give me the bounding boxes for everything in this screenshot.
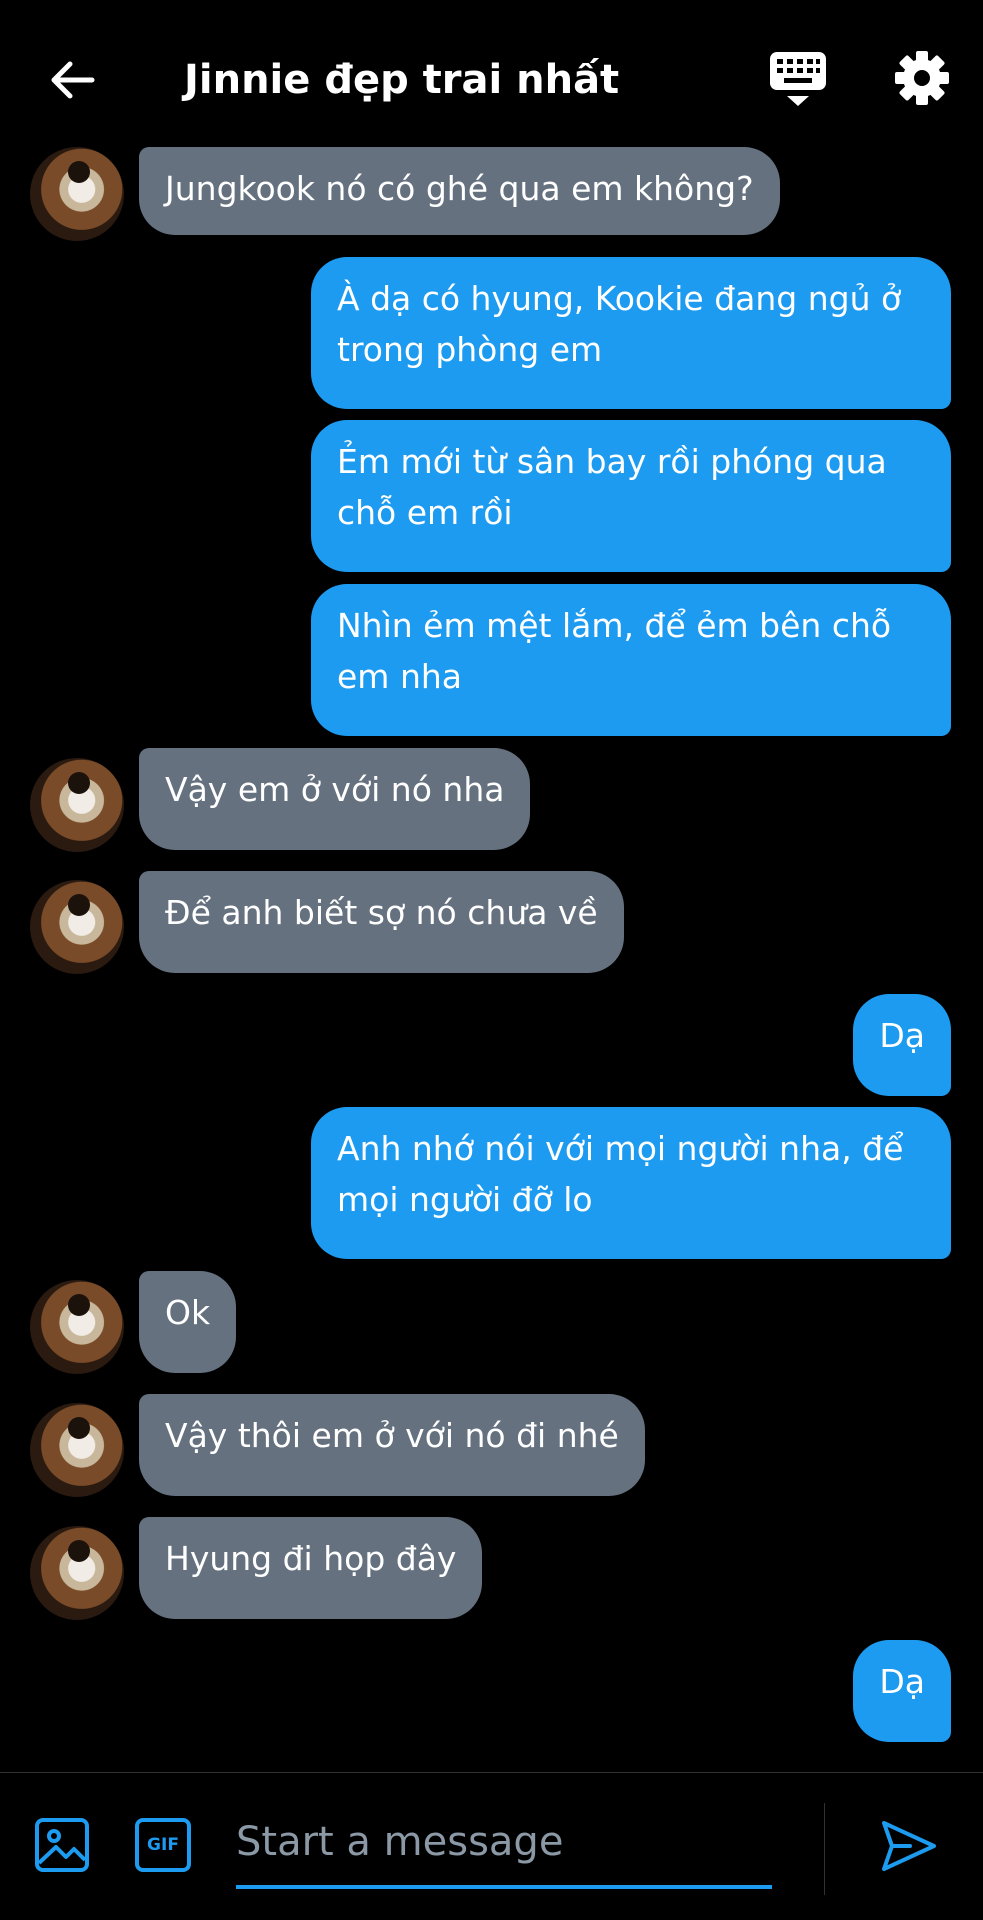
back-button[interactable]	[40, 48, 104, 112]
message-sent: Nhìn ẻm mệt lắm, để ẻm bên chỗ em nha	[311, 584, 951, 736]
arrow-left-icon	[51, 61, 95, 99]
message-received: Jungkook nó có ghé qua em không?	[139, 147, 780, 235]
add-image-button[interactable]	[34, 1817, 90, 1873]
avatar[interactable]	[30, 1280, 124, 1374]
image-icon	[35, 1818, 89, 1872]
keyboard-button[interactable]	[768, 50, 828, 110]
gear-icon	[895, 51, 949, 105]
message-received: Để anh biết sợ nó chưa về	[139, 871, 624, 973]
send-button[interactable]	[880, 1817, 938, 1875]
composer-separator	[824, 1803, 825, 1895]
avatar[interactable]	[30, 147, 124, 241]
keyboard-icon	[770, 52, 826, 106]
avatar[interactable]	[30, 880, 124, 974]
message-sent: À dạ có hyung, Kookie đang ngủ ở trong p…	[311, 257, 951, 409]
gif-label: GIF	[147, 1835, 179, 1855]
message-composer: GIF	[0, 1773, 983, 1920]
message-sent: Dạ	[853, 1640, 951, 1742]
conversation-title: Jinnie đẹp trai nhất	[184, 57, 620, 103]
message-sent: Anh nhớ nói với mọi người nha, để mọi ng…	[311, 1107, 951, 1259]
avatar[interactable]	[30, 1526, 124, 1620]
message-received: Hyung đi họp đây	[139, 1517, 483, 1619]
avatar[interactable]	[30, 1403, 124, 1497]
send-icon	[882, 1821, 936, 1871]
avatar[interactable]	[30, 758, 124, 852]
message-received: Vậy em ở với nó nha	[139, 748, 531, 850]
message-received: Vậy thôi em ở với nó đi nhé	[139, 1394, 645, 1496]
chat-header: Jinnie đẹp trai nhất	[0, 0, 983, 150]
message-sent: Ẻm mới từ sân bay rồi phóng qua chỗ em r…	[311, 420, 951, 572]
message-sent: Dạ	[853, 994, 951, 1096]
settings-button[interactable]	[892, 48, 952, 108]
message-input[interactable]	[236, 1799, 772, 1889]
add-gif-button[interactable]: GIF	[134, 1817, 192, 1873]
message-received: Ok	[139, 1271, 237, 1373]
